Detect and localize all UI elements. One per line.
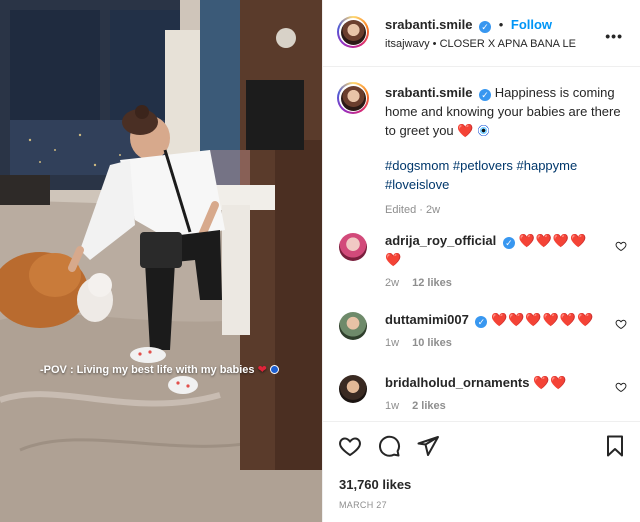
overlay-heart-icon: ❤ xyxy=(257,364,267,376)
comment-text: ❤️❤️ xyxy=(533,375,568,390)
commenter-avatar[interactable] xyxy=(339,312,367,340)
comment-item: duttamimi007 ✓ ❤️❤️❤️❤️❤️❤️ 1w 10 likes xyxy=(385,310,615,349)
comment-time: 1w xyxy=(385,400,400,412)
audio-track[interactable]: itsajwavy • CLOSER X APNA BANA LE xyxy=(385,38,576,50)
comment-like-heart-icon[interactable] xyxy=(615,381,627,393)
comment-meta: 1w 2 likes xyxy=(385,400,615,412)
comment-meta: 2w 12 likes xyxy=(385,277,605,289)
video-overlay-text: -POV : Living my best life with my babie… xyxy=(40,363,279,376)
evil-eye-icon xyxy=(269,365,279,374)
follow-button[interactable]: Follow xyxy=(511,17,552,32)
comment-likes[interactable]: 2 likes xyxy=(412,400,446,412)
comment-meta: 1w 10 likes xyxy=(385,337,615,349)
verified-badge-icon: ✓ xyxy=(475,316,488,328)
verified-badge-icon: ✓ xyxy=(502,237,515,249)
evil-eye-emoji-icon xyxy=(478,125,490,136)
comment-text: ❤️❤️❤️❤️ xyxy=(518,233,588,248)
commenter-avatar[interactable] xyxy=(339,375,367,403)
comment-time: 1w xyxy=(385,337,400,349)
edited-time: 2w xyxy=(425,204,441,216)
verified-badge-icon: ✓ xyxy=(479,89,492,101)
comment-text-cont: ❤️ xyxy=(385,252,403,267)
caption-username[interactable]: srabanti.smile xyxy=(385,85,472,100)
post-header: srabanti.smile ✓ • Follow itsajwavy • CL… xyxy=(323,0,640,67)
commenter-avatar[interactable] xyxy=(339,233,367,261)
comment-text: ❤️❤️❤️❤️❤️❤️ xyxy=(491,312,595,327)
hashtags-line-2[interactable]: #loveislove xyxy=(385,175,623,194)
comment-like-heart-icon[interactable] xyxy=(615,318,627,330)
commenter-username[interactable]: bridalholud_ornaments xyxy=(385,375,529,390)
comments-section: srabanti.smile ✓ Happiness is coming hom… xyxy=(323,68,640,421)
post-media-video[interactable]: -POV : Living my best life with my babie… xyxy=(0,0,322,522)
comment-icon[interactable] xyxy=(377,434,401,458)
comment-like-heart-icon[interactable] xyxy=(615,240,627,252)
post-modal: -POV : Living my best life with my babie… xyxy=(0,0,640,522)
more-options-icon[interactable]: ••• xyxy=(605,28,623,44)
commenter-username[interactable]: adrija_roy_official xyxy=(385,233,496,248)
verified-badge-icon: ✓ xyxy=(479,21,492,33)
likes-count[interactable]: 31,760 likes xyxy=(339,477,411,492)
post-sidebar: srabanti.smile ✓ • Follow itsajwavy • CL… xyxy=(322,0,640,522)
edited-label: Edited xyxy=(385,204,417,216)
comment-likes[interactable]: 10 likes xyxy=(412,337,452,349)
commenter-username[interactable]: duttamimi007 xyxy=(385,312,469,327)
comment-likes[interactable]: 12 likes xyxy=(412,277,452,289)
send-icon[interactable] xyxy=(416,434,440,458)
caption: srabanti.smile ✓ Happiness is coming hom… xyxy=(385,83,623,216)
bookmark-icon[interactable] xyxy=(603,434,627,458)
heart-icon[interactable] xyxy=(338,434,362,458)
comment-item: adrija_roy_official ✓ ❤️❤️❤️❤️ ❤️ 2w 12 … xyxy=(385,231,605,289)
overlay-caption: -POV : Living my best life with my babie… xyxy=(40,364,255,376)
separator-dot: • xyxy=(498,17,504,32)
comment-time: 2w xyxy=(385,277,400,289)
caption-author-avatar[interactable] xyxy=(337,82,369,114)
heart-emoji-icon: ❤️ xyxy=(457,123,475,138)
video-frame-illustration xyxy=(0,0,322,522)
author-avatar[interactable] xyxy=(337,16,369,48)
author-line: srabanti.smile ✓ • Follow xyxy=(385,17,552,33)
author-username[interactable]: srabanti.smile xyxy=(385,17,472,32)
post-actions: 31,760 likes MARCH 27 xyxy=(323,421,640,522)
post-date[interactable]: MARCH 27 xyxy=(339,500,387,510)
hashtags-line-1[interactable]: #dogsmom #petlovers #happyme xyxy=(385,156,623,175)
caption-meta: Edited · 2w xyxy=(385,204,441,216)
comment-item: bridalholud_ornaments ❤️❤️ 1w 2 likes xyxy=(385,373,615,412)
